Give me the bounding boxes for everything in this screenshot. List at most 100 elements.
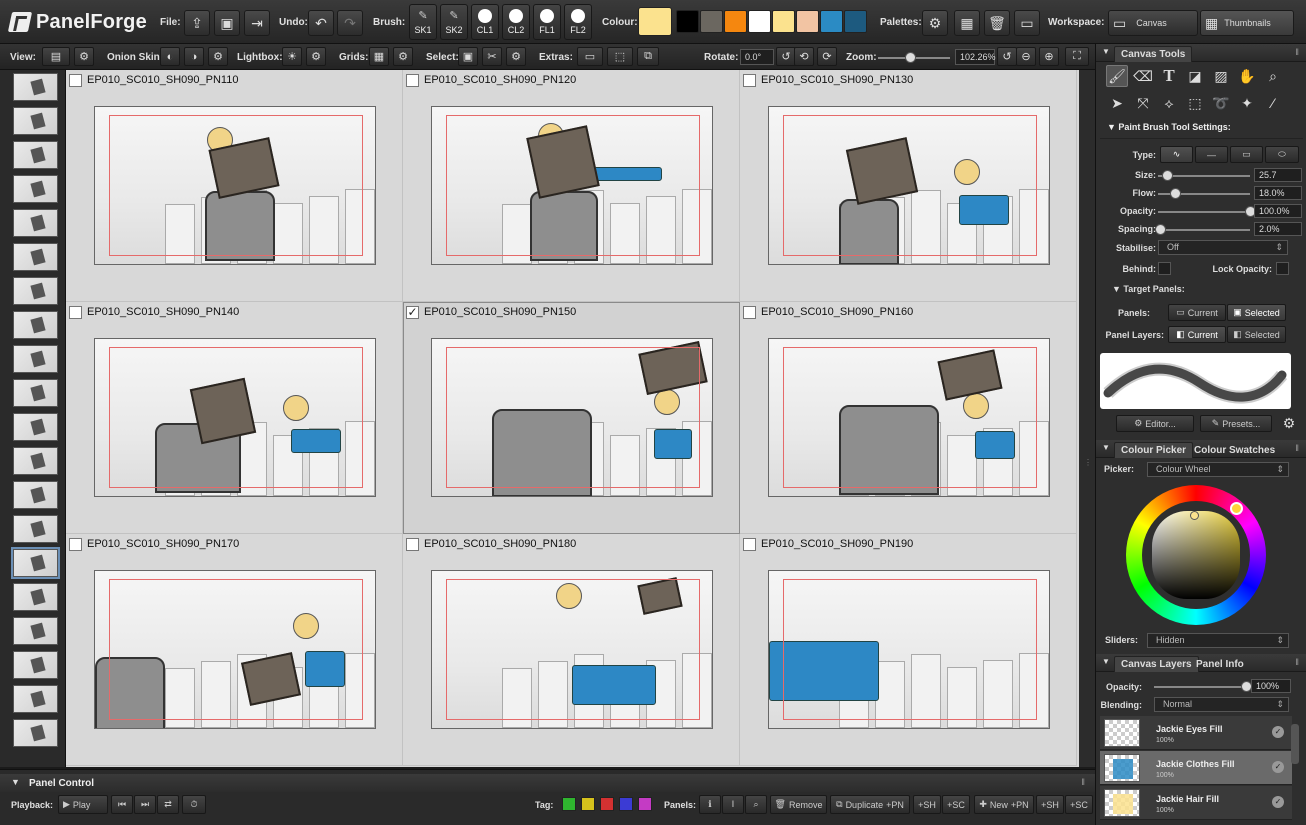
colour-swatch[interactable] — [844, 10, 867, 33]
panel-grip-icon[interactable]: ‖ — [1081, 777, 1085, 787]
lock-opacity-checkbox[interactable] — [1276, 262, 1289, 275]
panel-artwork[interactable] — [431, 570, 713, 729]
workspace-thumbnails-button[interactable]: ▦ Thumbnails — [1200, 10, 1294, 36]
stabilise-select[interactable]: Off — [1158, 240, 1288, 255]
onion-prev-button[interactable]: ◐ — [160, 47, 180, 66]
thumbnail[interactable] — [13, 243, 58, 271]
grid-toggle-button[interactable]: ▦ — [369, 47, 389, 66]
thumbnail[interactable] — [13, 719, 58, 747]
layer-opacity-slider[interactable] — [1154, 681, 1252, 692]
export-button[interactable]: ⇪ — [184, 10, 210, 36]
thumbnail[interactable] — [13, 583, 58, 611]
target-panels-current[interactable]: ▭ Current — [1168, 304, 1226, 321]
panel-checkbox[interactable] — [69, 74, 82, 87]
thumbnail[interactable] — [13, 73, 58, 101]
behind-checkbox[interactable] — [1158, 262, 1171, 275]
thumbnail[interactable] — [13, 413, 58, 441]
eraser-tool[interactable]: ⌫ — [1132, 65, 1154, 87]
layer-opacity-value[interactable]: 100% — [1251, 679, 1291, 693]
magic-wand-tool[interactable]: ✦ — [1236, 92, 1258, 114]
thumbnail[interactable] — [13, 447, 58, 475]
collapse-icon[interactable]: ▼ — [11, 777, 20, 787]
hand-tool[interactable]: ✋ — [1236, 65, 1258, 87]
thumbnail[interactable] — [13, 685, 58, 713]
extras-stack-button[interactable]: ⧉ — [637, 47, 659, 66]
tab-colour-picker[interactable]: Colour Picker — [1114, 442, 1194, 458]
brush-type-rectangle[interactable]: ▭ — [1230, 146, 1263, 163]
panel-checkbox[interactable] — [69, 306, 82, 319]
redo-button[interactable]: ↷ — [337, 10, 363, 36]
rotate-ccw-button[interactable]: ⟲ — [794, 47, 814, 66]
zoom-reset-button[interactable]: ↺ — [997, 47, 1017, 66]
colour-wheel[interactable] — [1126, 485, 1266, 625]
import-button[interactable]: ⇥ — [244, 10, 270, 36]
lasso-tool[interactable]: ➰ — [1210, 92, 1232, 114]
blending-select[interactable]: Normal — [1154, 697, 1289, 712]
extras-frame-button[interactable]: ⬚ — [607, 47, 633, 66]
brush-preset-cl1[interactable]: CL1 — [471, 4, 499, 40]
remove-panel-button[interactable]: 🗑 Remove — [770, 795, 827, 814]
select-none-button[interactable]: ✂ — [482, 47, 502, 66]
storyboard-panel[interactable]: EP010_SC010_SH090_PN140 — [66, 302, 403, 534]
panel-search-button[interactable]: ⌕ — [745, 795, 767, 814]
visibility-check-icon[interactable]: ✓ — [1272, 796, 1284, 808]
workspace-canvas-button[interactable]: ▭ Canvas — [1108, 10, 1198, 36]
save-button[interactable]: ▣ — [214, 10, 240, 36]
panel-grip-icon[interactable]: ‖ — [1295, 657, 1299, 667]
size-slider-knob[interactable] — [1162, 170, 1174, 181]
brush-editor-button[interactable]: ⚙ Editor... — [1116, 415, 1194, 432]
layer-row[interactable]: Jackie Eyes Fill 100% ✓ — [1100, 716, 1292, 750]
palette-delete-button[interactable]: 🗑 — [984, 10, 1010, 36]
fill-tool[interactable]: ◪ — [1184, 65, 1206, 87]
select-settings-button[interactable]: ⚙ — [506, 47, 526, 66]
panel-checkbox[interactable] — [69, 538, 82, 551]
colour-square[interactable] — [1152, 511, 1240, 599]
thumbnail[interactable] — [13, 515, 58, 543]
panel-artwork[interactable] — [431, 106, 713, 265]
lightbox-toggle-button[interactable]: ☀ — [282, 47, 302, 66]
opacity-slider[interactable] — [1158, 206, 1256, 217]
target-panels-selected[interactable]: ▣ Selected — [1227, 304, 1286, 321]
hue-handle[interactable] — [1230, 502, 1243, 515]
saturation-handle[interactable] — [1190, 511, 1199, 520]
grid-settings-button[interactable]: ⚙ — [393, 47, 413, 66]
panel-artwork[interactable] — [431, 338, 713, 497]
storyboard-panel[interactable]: EP010_SC010_SH090_PN120 — [403, 70, 740, 302]
storyboard-panel[interactable]: EP010_SC010_SH090_PN130 — [740, 70, 1077, 302]
zoom-tool[interactable]: ⌕ — [1262, 65, 1284, 87]
new-pn-button[interactable]: ✚ New +PN — [974, 795, 1034, 814]
panel-artwork[interactable] — [768, 106, 1050, 265]
brush-settings-button[interactable]: ⚙ — [1278, 412, 1300, 434]
panel-artwork[interactable] — [94, 570, 376, 729]
palette-grid-button[interactable]: ▦ — [954, 10, 980, 36]
lightbox-settings-button[interactable]: ⚙ — [306, 47, 326, 66]
vertical-splitter[interactable]: ⋮ — [1079, 70, 1095, 767]
duplicate-pn-button[interactable]: ⧉ Duplicate +PN — [830, 795, 910, 814]
transform-tool[interactable]: ⤧ — [1132, 92, 1154, 114]
tag-colour-button[interactable] — [562, 797, 576, 811]
gradient-tool[interactable]: ▨ — [1210, 65, 1232, 87]
storyboard-panel[interactable]: EP010_SC010_SH090_PN170 — [66, 534, 403, 766]
layer-row[interactable]: Jackie Clothes Fill 100% ✓ — [1100, 751, 1292, 785]
panel-checkbox[interactable] — [406, 74, 419, 87]
storyboard-panel[interactable]: EP010_SC010_SH090_PN110 — [66, 70, 403, 302]
visibility-check-icon[interactable]: ✓ — [1272, 726, 1284, 738]
tag-colour-button[interactable] — [638, 797, 652, 811]
storyboard-panel[interactable]: EP010_SC010_SH090_PN180 — [403, 534, 740, 766]
storyboard-panel[interactable]: EP010_SC010_SH090_PN190 — [740, 534, 1077, 766]
brush-preset-cl2[interactable]: CL2 — [502, 4, 530, 40]
colour-swatch[interactable] — [724, 10, 747, 33]
colour-swatch[interactable] — [676, 10, 699, 33]
panel-artwork[interactable] — [94, 338, 376, 497]
tag-colour-button[interactable] — [619, 797, 633, 811]
thumbnail[interactable] — [13, 277, 58, 305]
current-colour-swatch[interactable] — [638, 7, 672, 36]
tab-canvas-layers[interactable]: Canvas Layers — [1114, 656, 1199, 672]
panel-grip-icon[interactable]: ‖ — [1295, 47, 1299, 57]
zoom-slider-knob[interactable] — [905, 52, 917, 63]
visibility-check-icon[interactable]: ✓ — [1272, 761, 1284, 773]
zoom-out-button[interactable]: ⊖ — [1016, 47, 1036, 66]
spacing-slider-knob[interactable] — [1154, 224, 1166, 235]
thumbnail[interactable] — [13, 209, 58, 237]
picker-select[interactable]: Colour Wheel — [1147, 462, 1289, 477]
